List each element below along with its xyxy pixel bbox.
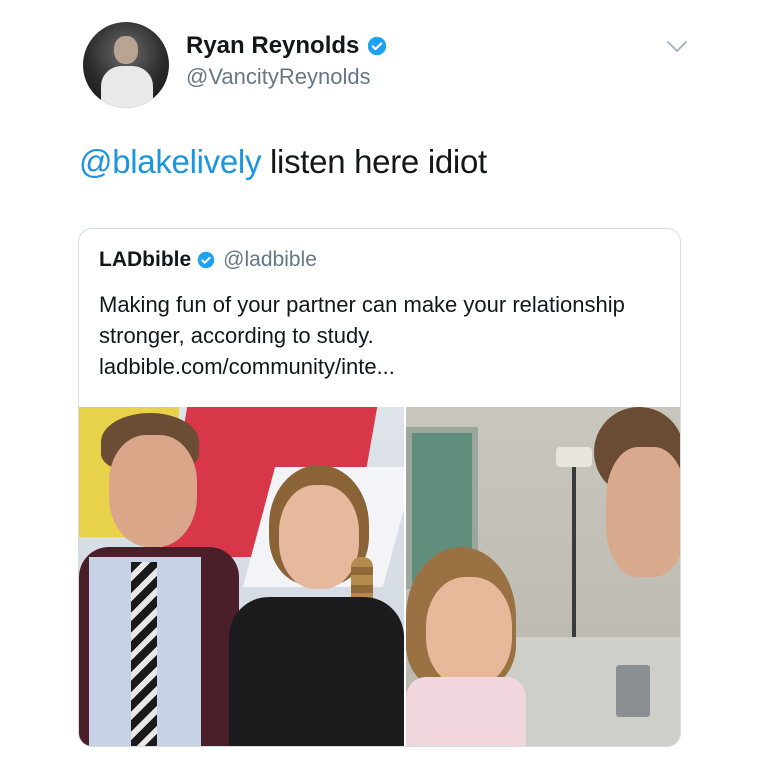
woman-face xyxy=(279,485,359,589)
author-name-text: Ryan Reynolds xyxy=(186,32,360,59)
man-face-right xyxy=(606,447,680,577)
author-avatar[interactable] xyxy=(83,22,169,108)
mention-link[interactable]: @blakelively xyxy=(79,143,261,180)
avatar-head xyxy=(114,36,138,64)
quoted-tweet-card[interactable]: LADbible @ladbible Making fun of your pa… xyxy=(78,228,681,747)
woman-shirt-right xyxy=(406,677,526,746)
author-handle[interactable]: @VancityReynolds xyxy=(186,64,371,90)
author-display-name[interactable]: Ryan Reynolds xyxy=(186,32,387,60)
woman-face-right xyxy=(426,577,512,687)
quoted-tweet-text: Making fun of your partner can make your… xyxy=(99,292,625,379)
avatar-shirt xyxy=(101,66,153,108)
woman-outfit xyxy=(229,597,404,746)
floor-lamp xyxy=(556,447,592,467)
man-face xyxy=(109,435,197,547)
tweet-text: @blakelively listen here idiot xyxy=(79,143,487,181)
quoted-tweet-header: LADbible @ladbible xyxy=(99,248,317,272)
tweet-body-text: listen here idiot xyxy=(261,143,487,180)
lamp-pole xyxy=(572,467,576,637)
media-photo-office[interactable] xyxy=(406,407,680,746)
media-photo-couple[interactable] xyxy=(79,407,404,746)
verified-badge-icon xyxy=(197,251,215,269)
man-tie xyxy=(131,562,157,746)
pencil-cup xyxy=(616,665,650,717)
chevron-down-icon[interactable] xyxy=(666,40,688,54)
verified-badge-icon xyxy=(368,36,387,56)
quoted-author-name: LADbible xyxy=(99,248,192,271)
quoted-author-handle: @ladbible xyxy=(223,248,317,271)
quoted-tweet-media[interactable] xyxy=(79,407,680,746)
